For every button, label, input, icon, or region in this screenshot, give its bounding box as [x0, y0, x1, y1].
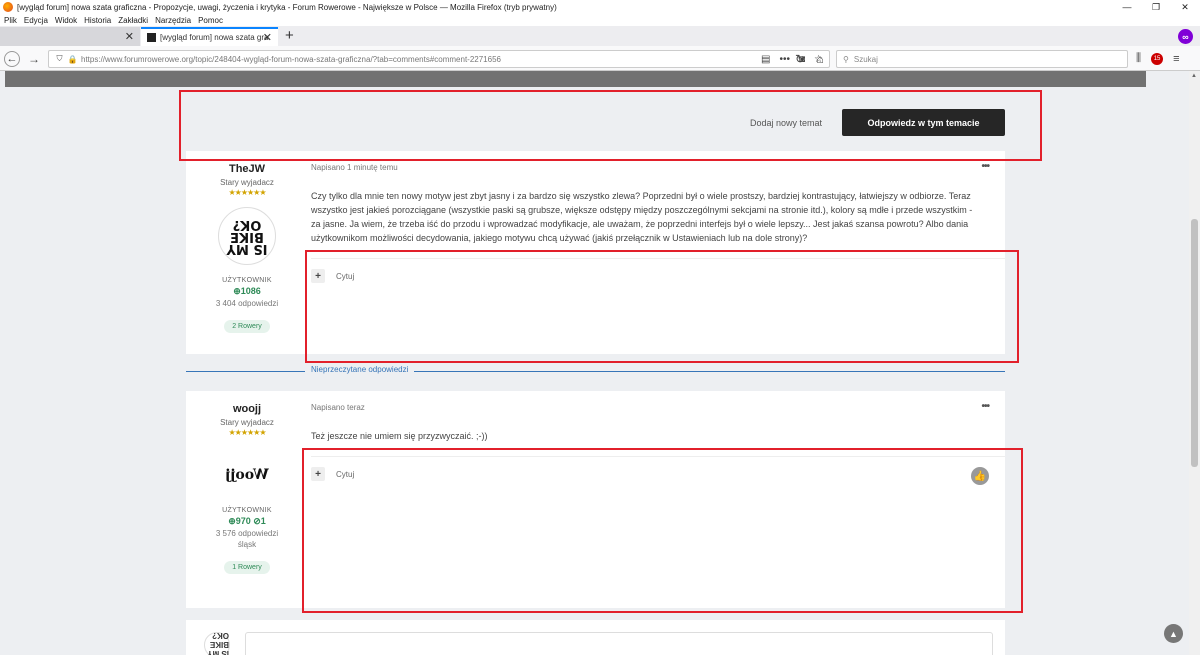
- post-author-panel: woojj Stary wyjadacz ★★★★★★ Woojj UŻYTKO…: [186, 391, 308, 574]
- new-tab-button[interactable]: +: [285, 27, 294, 44]
- tab-inactive[interactable]: ✕: [0, 27, 140, 46]
- scroll-up-icon[interactable]: ▲: [1191, 73, 1197, 79]
- menu-hamburger-icon[interactable]: ≡: [1173, 53, 1179, 65]
- post-timestamp[interactable]: Napisano teraz: [311, 403, 365, 412]
- site-favicon-icon: [147, 33, 156, 42]
- page-content: Dodaj nowy temat Odpowiedz w tym temacie…: [0, 71, 1189, 655]
- like-thumbs-up-icon[interactable]: 👍: [971, 467, 989, 485]
- post: woojj Stary wyjadacz ★★★★★★ Woojj UŻYTKO…: [186, 391, 1005, 608]
- window-titlebar: [wygląd forum] nowa szata graficzna - Pr…: [0, 0, 1200, 14]
- page-scrollbar[interactable]: ▲: [1189, 71, 1200, 655]
- firefox-icon: [3, 2, 13, 12]
- reply-count: 3 576 odpowiedzi: [215, 529, 279, 538]
- tab-close-icon[interactable]: ✕: [263, 31, 272, 44]
- reply-count: 3 404 odpowiedzi: [215, 299, 279, 308]
- author-username[interactable]: woojj: [186, 403, 308, 415]
- home-icon[interactable]: ⌂: [812, 51, 828, 67]
- toolbar-right: ⫼ 15 ≡: [1136, 46, 1179, 71]
- close-window-button[interactable]: ✕: [1170, 0, 1200, 14]
- menu-bar: Plik Edycja Widok Historia Zakładki Narz…: [0, 14, 1200, 26]
- menu-item-zakladki[interactable]: Zakładki: [118, 16, 148, 25]
- scroll-to-top-button[interactable]: ▲: [1164, 624, 1183, 643]
- new-topic-link[interactable]: Dodaj nowy temat: [750, 118, 822, 128]
- quote-button[interactable]: Cytuj: [336, 272, 354, 281]
- avatar: IS MY BIKE OK?: [204, 632, 230, 655]
- reply-in-topic-button[interactable]: Odpowiedz w tym temacie: [842, 109, 1005, 136]
- library-icon[interactable]: ⫼: [1136, 52, 1141, 65]
- author-role: UŻYTKOWNIK: [222, 277, 272, 284]
- menu-item-pomoc[interactable]: Pomoc: [198, 16, 223, 25]
- forward-button[interactable]: →: [26, 51, 42, 67]
- menu-item-edycja[interactable]: Edycja: [24, 16, 48, 25]
- unread-replies-label: Nieprzeczytane odpowiedzi: [305, 365, 415, 374]
- menu-item-widok[interactable]: Widok: [55, 16, 77, 25]
- quote-button[interactable]: Cytuj: [336, 470, 354, 479]
- navigation-bar: ← → ⛉ 🔒 https://www.forumrowerowe.org/to…: [0, 46, 1200, 71]
- tab-label: [wygląd forum] nowa szata gra: [160, 33, 269, 42]
- search-placeholder: Szukaj: [853, 54, 878, 64]
- post-options-icon[interactable]: •••: [981, 161, 989, 172]
- back-button[interactable]: ←: [4, 51, 20, 67]
- addon-badge-icon[interactable]: 15: [1151, 52, 1164, 65]
- author-rank: Stary wyjadacz: [220, 178, 274, 187]
- post-body: Też jeszcze nie umiem się przyzwyczaić. …: [311, 431, 488, 441]
- reputation-count: ⊕1086: [233, 286, 261, 296]
- site-header-bar: [5, 71, 1146, 87]
- tab-close-icon[interactable]: ✕: [125, 30, 134, 43]
- rank-stars-icon: ★★★★★★: [228, 188, 266, 197]
- post: TheJW Stary wyjadacz ★★★★★★ IS MY BIKE O…: [186, 151, 1005, 354]
- quick-reply-box: IS MY BIKE OK?: [186, 620, 1005, 655]
- post-options-icon[interactable]: •••: [981, 401, 989, 412]
- post-footer: + Cytuj 👍: [311, 456, 1005, 608]
- multiquote-plus-icon[interactable]: +: [311, 269, 325, 283]
- page-actions-icon[interactable]: •••: [779, 54, 790, 65]
- topic-action-bar: Dodaj nowy temat Odpowiedz w tym temacie: [186, 95, 1005, 150]
- menu-item-narzedzia[interactable]: Narzędzia: [155, 16, 191, 25]
- private-browsing-icon: ∞: [1178, 29, 1193, 44]
- avatar[interactable]: Woojj: [218, 455, 276, 495]
- tracking-shield-icon[interactable]: ⛉: [55, 54, 64, 64]
- tab-active[interactable]: [wygląd forum] nowa szata gra ✕: [141, 27, 278, 46]
- scrollbar-thumb[interactable]: [1191, 219, 1198, 467]
- post-author-panel: TheJW Stary wyjadacz ★★★★★★ IS MY BIKE O…: [186, 151, 308, 333]
- url-bar[interactable]: ⛉ 🔒 https://www.forumrowerowe.org/topic/…: [48, 50, 830, 68]
- author-rank: Stary wyjadacz: [220, 418, 274, 427]
- window-title: [wygląd forum] nowa szata graficzna - Pr…: [17, 2, 557, 12]
- post-timestamp[interactable]: Napisano 1 minutę temu: [311, 163, 398, 172]
- author-location: śląsk: [237, 540, 257, 549]
- reader-view-icon[interactable]: ▤: [761, 54, 770, 65]
- author-username[interactable]: TheJW: [186, 163, 308, 175]
- post-body: Czy tylko dla mnie ten nowy motyw jest z…: [311, 191, 973, 243]
- url-text[interactable]: https://www.forumrowerowe.org/topic/2484…: [81, 55, 501, 64]
- reload-icon[interactable]: ↻: [792, 51, 808, 67]
- reply-editor-input[interactable]: [245, 632, 993, 655]
- bikes-badge[interactable]: 1 Rowery: [224, 561, 270, 574]
- search-input[interactable]: ⚲ Szukaj: [836, 50, 1128, 68]
- menu-item-historia[interactable]: Historia: [84, 16, 111, 25]
- maximize-button[interactable]: ❐: [1141, 0, 1171, 14]
- avatar[interactable]: IS MY BIKE OK?: [218, 207, 276, 265]
- post-footer: + Cytuj: [311, 258, 1005, 354]
- bikes-badge[interactable]: 2 Rowery: [224, 320, 270, 333]
- multiquote-plus-icon[interactable]: +: [311, 467, 325, 481]
- lock-icon[interactable]: 🔒: [68, 55, 78, 64]
- menu-item-plik[interactable]: Plik: [4, 16, 17, 25]
- author-role: UŻYTKOWNIK: [222, 507, 272, 514]
- search-icon: ⚲: [843, 54, 849, 64]
- tab-strip: ✕ [wygląd forum] nowa szata gra ✕: [0, 26, 1200, 46]
- minimize-button[interactable]: —: [1112, 0, 1142, 14]
- reputation-count: ⊕970 ⊘1: [228, 516, 266, 526]
- rank-stars-icon: ★★★★★★: [228, 428, 266, 437]
